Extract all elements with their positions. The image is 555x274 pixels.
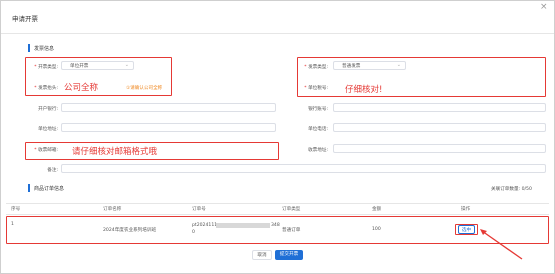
row-index: 1 [11, 222, 14, 227]
mail-address-label: 收票地址: [308, 148, 328, 153]
column-header-index: 序号 [11, 207, 21, 212]
bank-account-input[interactable] [333, 103, 546, 112]
invoice-kind-value: 普通发票 [342, 64, 361, 69]
phone-input[interactable] [333, 123, 546, 132]
column-header-amount: 金额 [372, 207, 382, 212]
invoice-kind-select[interactable]: 普通发票 ⌄ [333, 61, 406, 70]
table-header-bottom-border [6, 214, 549, 215]
invoice-kind-label: * 发票类型: [304, 65, 328, 70]
row-order-name: 2024年度农业系列培训班 [103, 228, 157, 233]
chevron-down-icon: ⌄ [124, 62, 129, 68]
bank-label: 开户银行: [38, 107, 58, 112]
row-amount: 100 [372, 227, 381, 232]
submit-invoice-button[interactable]: 提交开票 [275, 250, 303, 260]
invoice-section-title: 发票信息 [34, 46, 55, 52]
row-order-no-tail: 348 [271, 223, 280, 228]
selected-order-count: 关联订单数量: 0/50 [491, 187, 532, 192]
bank-input[interactable] [61, 103, 276, 112]
invoice-type-select[interactable]: 单位开票 ⌄ [61, 61, 134, 70]
address-input[interactable] [61, 123, 276, 132]
header-divider [1, 33, 554, 34]
row-order-type: 普通订单 [282, 228, 301, 233]
bank-account-label: 银行账号: [308, 107, 328, 112]
annotation-company-full-name: 公司全称 [64, 83, 99, 93]
section-marker [28, 44, 30, 52]
annotation-verify-email: 请仔细核对邮箱格式哦 [72, 147, 158, 157]
column-header-order-no: 订单号 [192, 207, 206, 212]
annotation-verify-carefully: 仔细核对! [345, 85, 383, 95]
dialog-title: 申请开票 [12, 15, 38, 23]
table-header-top-border [6, 203, 549, 204]
row-order-no-line1: pt2024111 [192, 223, 218, 228]
orders-section-title: 商品订单信息 [34, 186, 65, 192]
tax-number-label: * 单位税号: [304, 86, 328, 91]
address-label: 单位地址: [38, 127, 58, 132]
cancel-button[interactable]: 取消 [252, 250, 272, 260]
redacted-block [216, 223, 270, 228]
column-header-name: 订单名称 [103, 207, 122, 212]
close-icon[interactable]: × [540, 3, 548, 12]
mail-address-input[interactable] [333, 144, 546, 153]
email-label: * 收票邮箱: [34, 148, 58, 153]
annotation-arrow [480, 229, 523, 260]
remark-input[interactable] [61, 164, 546, 173]
invoice-type-value: 单位开票 [70, 64, 89, 69]
invoice-type-label: * 开票类型: [34, 65, 58, 70]
invoice-title-label: * 发票抬头: [34, 86, 58, 91]
chevron-down-icon: ⌄ [396, 62, 401, 68]
invoice-title-hint: ①请确认公司全称 [126, 86, 163, 91]
remark-label: 备注: [47, 168, 58, 173]
phone-label: 单位电话: [308, 127, 328, 132]
column-header-action: 操作 [461, 207, 471, 212]
row-order-no-line2: 0 [192, 230, 195, 235]
column-header-type: 订单类型 [282, 207, 301, 212]
section-marker [28, 184, 30, 192]
